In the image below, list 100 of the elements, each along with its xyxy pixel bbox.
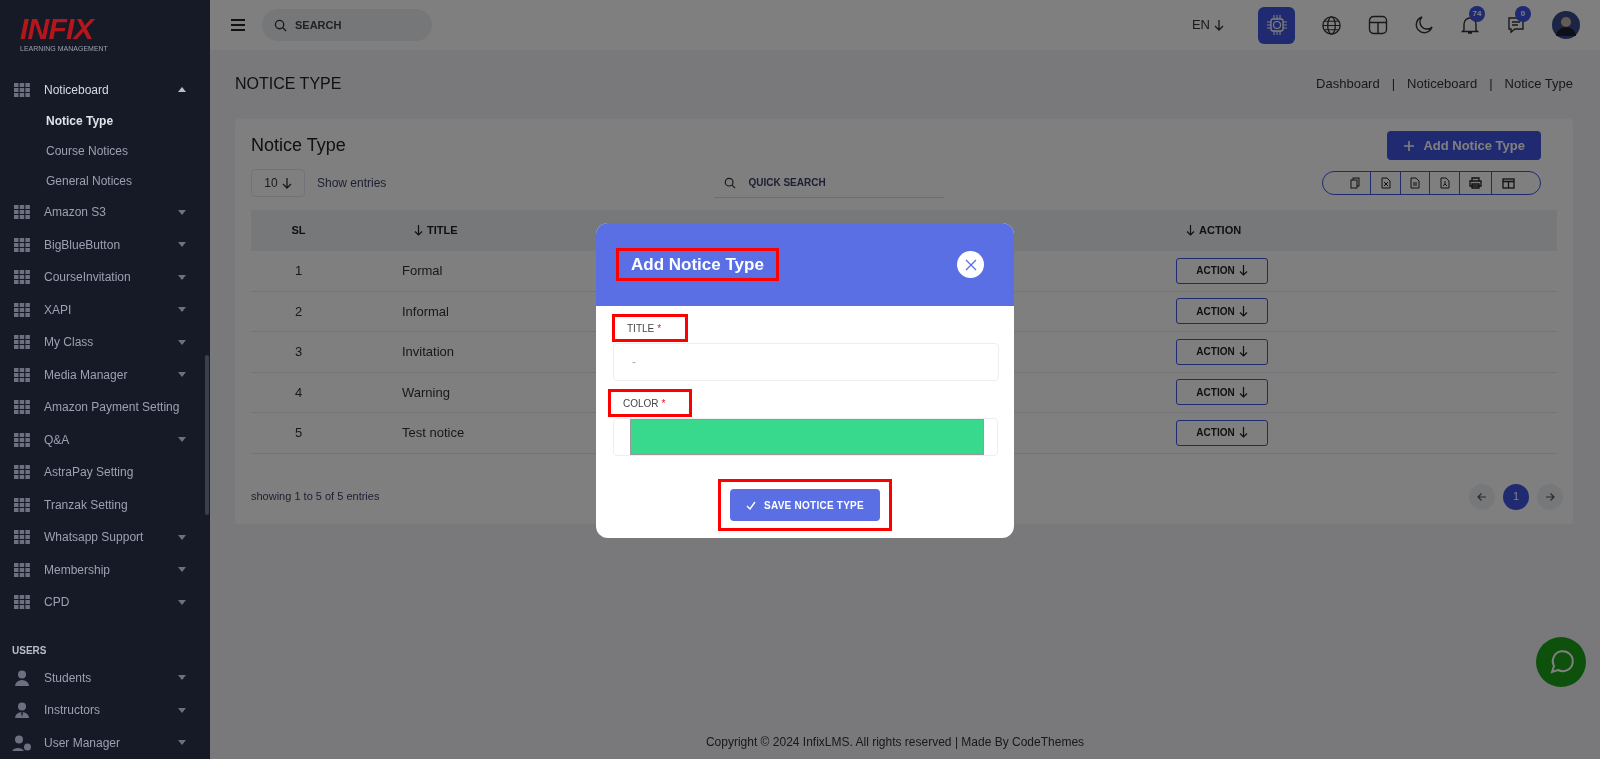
page-button[interactable]: 1 [1503,483,1529,510]
color-picker[interactable] [630,419,984,455]
sidebar-item[interactable]: Tranzak Setting [0,488,210,521]
person-icon [12,669,32,686]
avatar[interactable] [1552,11,1580,39]
title-field[interactable]: - [613,343,999,381]
quick-search-input[interactable]: QUICK SEARCH [748,175,919,190]
submenu-item[interactable]: Course Notices [0,136,210,166]
menu-icon[interactable] [230,18,246,32]
table-cell: Formal [402,263,443,278]
field-label: COLOR [623,396,659,411]
sidebar-item[interactable]: Noticeboard [0,73,210,106]
column-header[interactable]: TITLE [414,222,458,239]
person-gear-icon [12,734,32,751]
card-title: Notice Type [251,134,346,157]
arrow-down-icon [1238,346,1248,358]
file-icon [1380,177,1391,189]
sidebar-item[interactable]: XAPI [0,293,210,326]
copy-icon [1350,177,1360,189]
file-icon [1410,177,1420,189]
action-dropdown[interactable]: ACTION [1176,419,1268,446]
arrow-down-icon [1238,386,1248,398]
breadcrumb-link[interactable]: Noticeboard [1407,74,1478,94]
sidebar-item[interactable]: Amazon S3 [0,196,210,229]
arrow-down-icon [1238,265,1248,277]
grid-icon [12,465,32,480]
field-label: TITLE [627,321,655,336]
columns-icon [1502,177,1515,189]
sort-arrow-icon [1186,225,1195,236]
column-header[interactable]: ACTION [1186,222,1242,239]
sidebar-item[interactable]: Instructors [0,694,210,727]
arrow-down-icon [1238,305,1248,317]
sidebar-item[interactable]: Membership [0,553,210,586]
sidebar-item[interactable]: Amazon Payment Setting [0,391,210,424]
globe-icon[interactable] [1321,14,1342,36]
table-cell-text: 2 [294,302,303,321]
language-dropdown[interactable]: EN [1191,15,1224,35]
table-cell: Informal [402,303,449,319]
notification-badge: 74 [1469,6,1485,22]
action-dropdown[interactable]: ACTION [1176,338,1268,365]
submenu-item[interactable]: Notice Type [0,106,210,136]
grid-icon [12,530,32,545]
table-cell: Test notice [402,425,465,440]
scrollbar[interactable] [205,355,209,515]
next-page-button[interactable] [1537,483,1563,510]
grid-icon [12,302,32,317]
grid-icon [12,595,32,610]
sidebar-item[interactable]: My Class [0,326,210,359]
save-notice-type-button[interactable]: SAVE NOTICE TYPE [730,489,880,521]
column-header[interactable]: SL [291,222,306,239]
action-dropdown[interactable]: ACTION [1176,298,1268,325]
entries-summary: showing 1 to 5 of 5 entries [251,489,380,505]
action-dropdown[interactable]: ACTION [1176,379,1268,406]
person-icon [12,702,32,719]
table-cell: Invitation [402,344,455,359]
sidebar-item[interactable]: BigBlueButton [0,228,210,261]
search-field[interactable]: SEARCH [262,9,432,41]
search-input[interactable]: SEARCH [295,16,405,34]
sidebar-item[interactable]: AstraPay Setting [0,456,210,489]
bell-icon[interactable] [1460,15,1480,35]
table-cell-text: 1 [294,262,303,280]
search-icon [274,18,287,32]
breadcrumb-link[interactable]: Dashboard [1316,74,1380,94]
moon-icon[interactable] [1414,15,1434,35]
show-entries-label: Show entries [317,175,387,192]
modal-title: Add Notice Type [631,253,764,276]
arrow-left-icon [1477,491,1487,502]
arrow-down-icon [1238,427,1248,439]
table-cell-text: 5 [294,424,303,442]
sidebar-item[interactable]: CPD [0,586,210,619]
table-cell: Warning [402,384,450,400]
sort-arrow-icon [414,225,423,236]
grid-icon [12,562,32,577]
quick-search-field[interactable]: QUICK SEARCH [714,168,945,198]
sidebar-item[interactable]: Students [0,661,210,694]
ai-button[interactable] [1258,6,1295,44]
layout-icon[interactable] [1368,15,1388,35]
sidebar-item[interactable]: User Manager [0,726,210,759]
file-icon [1439,177,1450,189]
submenu-item[interactable]: General Notices [0,166,210,196]
grid-icon [12,432,32,447]
grid-icon [12,335,32,350]
chat-icon[interactable] [1506,15,1526,35]
action-dropdown[interactable]: ACTION [1176,257,1268,284]
required-mark: * [661,396,666,411]
chip-icon [1265,14,1288,36]
sidebar-item[interactable]: Whatsapp Support [0,521,210,554]
page-size-dropdown[interactable]: 10 [251,169,305,197]
print-icon [1469,177,1482,189]
close-button[interactable] [957,251,984,278]
whatsapp-button[interactable] [1536,637,1586,687]
arrow-down-icon [1214,19,1224,31]
sidebar-item[interactable]: Q&A [0,423,210,456]
breadcrumb-separator: | [1391,75,1396,94]
section-heading: USERS [11,643,47,658]
sidebar-item[interactable]: CourseInvitation [0,261,210,294]
sidebar-item[interactable]: Media Manager [0,358,210,391]
breadcrumb-separator: | [1489,75,1493,94]
breadcrumb-link[interactable]: Notice Type [1504,74,1573,94]
previous-page-button[interactable] [1469,483,1495,510]
